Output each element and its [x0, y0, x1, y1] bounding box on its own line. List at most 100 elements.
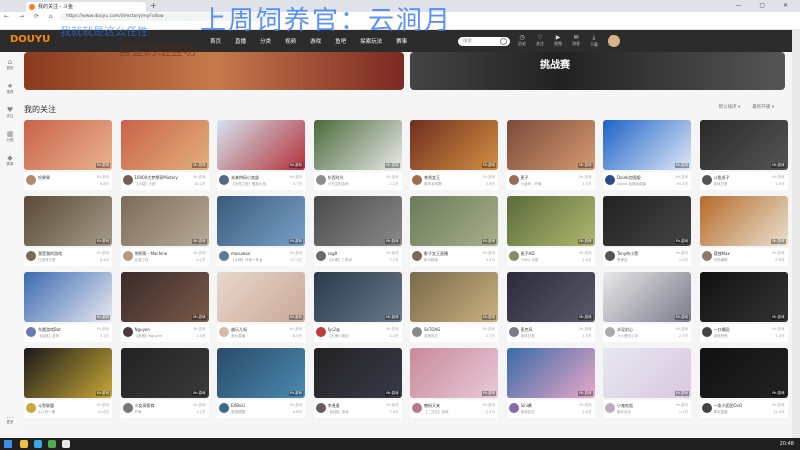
stream-card[interactable]: Mr.游戏 zxg8 【大神】三角洲 Mr.游戏 3.2万	[313, 196, 402, 268]
new-tab-button[interactable]: +	[150, 1, 157, 10]
stream-card[interactable]: Mr.游戏 斗鱼虎子 游戏日常 Mr.游戏 1.9万	[699, 120, 788, 192]
streamer-avatar[interactable]	[315, 403, 326, 413]
streamer-avatar[interactable]	[412, 175, 422, 185]
streamer-name[interactable]: 水泥封心	[617, 327, 661, 333]
streamer-name[interactable]: 麦子	[521, 175, 565, 181]
streamer-name[interactable]: 一口橘园	[714, 327, 758, 333]
stream-thumbnail[interactable]: Mr.游戏	[506, 272, 595, 322]
streamer-name[interactable]: 斗鱼虎子	[714, 175, 758, 181]
streamer-name[interactable]: mosuwan	[231, 251, 275, 256]
streamer-avatar[interactable]	[26, 403, 36, 413]
sidebar-item-category[interactable]: ▦ 分类	[2, 130, 18, 143]
stream-thumbnail[interactable]: Mr.游戏	[410, 196, 498, 246]
nav-item-events[interactable]: 赛事	[396, 37, 407, 45]
streamer-avatar[interactable]	[219, 175, 229, 185]
streamer-name[interactable]: zxg8	[328, 251, 372, 256]
streamer-avatar[interactable]	[508, 251, 519, 261]
streamer-name[interactable]: 未来特码小卖部	[231, 175, 275, 181]
nav-item-live[interactable]: 直播	[235, 37, 246, 45]
stream-card[interactable]: Mr.游戏 麦子 小游戏 - 开局 Mr.游戏 1.3万	[506, 120, 595, 192]
streamer-avatar[interactable]	[122, 327, 133, 337]
nav-item-games[interactable]: 游戏	[310, 37, 321, 45]
windows-start-icon[interactable]	[4, 440, 12, 448]
stream-thumbnail[interactable]: Mr.游戏	[217, 272, 305, 322]
streamer-name[interactable]: Nguyen	[135, 327, 179, 332]
nav-item-category[interactable]: 分类	[260, 37, 271, 45]
stream-card[interactable]: Mr.游戏 Doinb加强版 Doinb 加强版直播 Mr.游戏 54.3万	[603, 120, 691, 192]
stream-thumbnail[interactable]: Mr.游戏	[120, 348, 209, 398]
stream-thumbnail[interactable]: Mr.游戏	[24, 120, 112, 170]
streamer-name[interactable]: 麦子HD	[521, 251, 565, 257]
nav-item-explore[interactable]: 探索玩法	[360, 37, 382, 45]
message-button[interactable]: ✉ 消息	[570, 34, 582, 48]
streamer-avatar[interactable]	[315, 251, 326, 261]
streamer-name[interactable]: 10000大梦想家Mistery	[135, 175, 179, 181]
stream-thumbnail[interactable]: Mr.游戏	[699, 272, 788, 322]
stream-thumbnail[interactable]: Mr.游戏	[506, 120, 595, 170]
stream-card[interactable]: Mr.游戏 一口橘园 深夜恐怖 Mr.游戏 1.0万	[699, 272, 788, 344]
stream-card[interactable]: Mr.游戏 未来特码小卖部 【永恒之塔】魅族大战 Mr.游戏 5.7万	[217, 120, 305, 192]
streamer-avatar[interactable]	[219, 327, 229, 337]
site-logo[interactable]: DOUYU	[10, 34, 50, 45]
streamer-avatar[interactable]	[605, 403, 615, 413]
browser-nav-buttons[interactable]: ← → ⟳ ⌂	[4, 13, 57, 20]
stream-card[interactable]: Mr.游戏 李逍遥 【经典】游戏 Mr.游戏 3.0万	[313, 348, 402, 420]
streamer-avatar[interactable]	[508, 327, 519, 337]
stream-thumbnail[interactable]: Mr.游戏	[24, 348, 112, 398]
sidebar-item-recommend[interactable]: ★ 推荐	[2, 82, 18, 95]
streamer-name[interactable]: Tony的小黑	[617, 251, 661, 257]
streamer-name[interactable]: SoTOAG	[424, 327, 468, 332]
chrome-icon[interactable]	[62, 440, 70, 448]
stream-thumbnail[interactable]: Mr.游戏	[410, 272, 498, 322]
stream-card[interactable]: Mr.游戏 Tony的小黑 黑神话 Mr.游戏 1.2万	[603, 196, 691, 268]
streamer-avatar[interactable]	[219, 403, 229, 413]
stream-thumbnail[interactable]: Mr.游戏	[410, 120, 498, 170]
streamer-name[interactable]: fyc2@	[328, 327, 372, 332]
stream-thumbnail[interactable]: Mr.游戏	[217, 348, 305, 398]
stream-thumbnail[interactable]: Mr.游戏	[699, 196, 788, 246]
sidebar-item-events[interactable]: ◆ 赛事	[2, 154, 18, 167]
streamer-name[interactable]: 影子女王直播	[424, 251, 468, 257]
sidebar-item-more[interactable]: … 更多	[2, 412, 18, 425]
stream-card[interactable]: Mr.游戏 越乐儿呀 美女直播 Mr.游戏 8.0万	[217, 272, 305, 344]
stream-card[interactable]: Mr.游戏 影子女王直播 和平精英 Mr.游戏 3.5万	[410, 196, 498, 268]
streamer-avatar[interactable]	[122, 251, 133, 261]
streamer-avatar[interactable]	[219, 251, 229, 261]
streamer-name[interactable]: 东雷游戏Bot	[38, 327, 82, 333]
streamer-avatar[interactable]	[605, 327, 615, 337]
streamer-name[interactable]: 李逍遥	[328, 403, 372, 409]
stream-card[interactable]: Mr.游戏 明明哥 - Machine 瓦洛兰特 Mr.游戏 2.2万	[120, 196, 209, 268]
stream-card[interactable]: Mr.游戏 水泥封心 六六爱吃小羊 Mr.游戏 2.3万	[603, 272, 691, 344]
stream-card[interactable]: Mr.游戏 我是我的游戏 打游戏日常 Mr.游戏 8.4万	[24, 196, 112, 268]
stream-thumbnail[interactable]: Mr.游戏	[120, 272, 209, 322]
stream-card[interactable]: Mr.游戏 少女高智商 开局 Mr.游戏 1.1万	[120, 348, 209, 420]
user-avatar[interactable]	[608, 35, 620, 47]
stream-thumbnail[interactable]: Mr.游戏	[506, 348, 595, 398]
search-icon[interactable]	[500, 38, 507, 45]
stream-thumbnail[interactable]: Mr.游戏	[313, 272, 402, 322]
streamer-name[interactable]: 麦克风	[521, 327, 565, 333]
stream-thumbnail[interactable]: Mr.游戏	[24, 196, 112, 246]
url-input[interactable]: https://www.douyu.com/directory/myFollow	[60, 13, 280, 21]
stream-thumbnail[interactable]: Mr.游戏	[603, 348, 691, 398]
sidebar-item-home[interactable]: ⌂ 首页	[2, 58, 18, 71]
video-button[interactable]: ▶ 视频	[552, 34, 564, 48]
stream-card[interactable]: Mr.游戏 麦子HD PUBG 日常 Mr.游戏 2.9万	[506, 196, 595, 268]
stream-card[interactable]: Mr.游戏 斗鱼联盟 S12世一猜 Mr.游戏 12.6万	[24, 348, 112, 420]
stream-thumbnail[interactable]: Mr.游戏	[120, 196, 209, 246]
stream-thumbnail[interactable]: Mr.游戏	[603, 196, 691, 246]
stream-thumbnail[interactable]: Mr.游戏	[603, 272, 691, 322]
stream-card[interactable]: Mr.游戏 EXBoLl 英雄联盟 Mr.游戏 4.8万	[217, 348, 305, 420]
stream-card[interactable]: Mr.游戏 fyc2@ 【大神】团战 Mr.游戏 4.4万	[313, 272, 402, 344]
event-banner-right[interactable]	[410, 52, 785, 90]
streamer-name[interactable]: 一条小团团OvO	[714, 403, 758, 409]
stream-thumbnail[interactable]: Mr.游戏	[699, 120, 788, 170]
stream-card[interactable]: Mr.游戏 孤独Max 代码编程 Mr.游戏 0.9万	[699, 196, 788, 268]
edge-browser-icon[interactable]	[34, 440, 42, 448]
window-controls[interactable]: — ▢ ✕	[735, 0, 796, 12]
streamer-name[interactable]: 我是我的游戏	[38, 251, 82, 257]
streamer-avatar[interactable]	[605, 175, 615, 185]
stream-card[interactable]: Mr.游戏 mosuwan 【大神】开局一条龙 Mr.游戏 17.3万	[217, 196, 305, 268]
stream-thumbnail[interactable]: Mr.游戏	[24, 272, 112, 322]
streamer-avatar[interactable]	[508, 175, 519, 185]
